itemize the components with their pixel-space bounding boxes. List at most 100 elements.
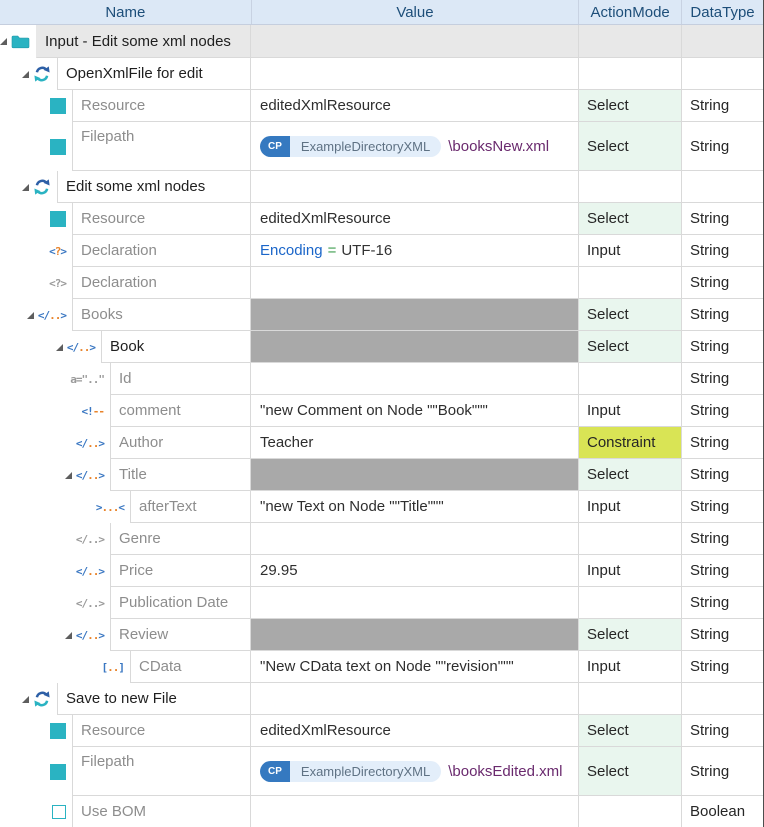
- row-name[interactable]: Declaration: [72, 235, 250, 267]
- row-name[interactable]: Save to new File: [57, 683, 250, 715]
- row-name[interactable]: Resource: [72, 203, 250, 235]
- value-cell[interactable]: editedXmlResource: [250, 715, 578, 747]
- use-bom-checkbox[interactable]: [52, 805, 66, 819]
- row-name[interactable]: Author: [110, 427, 250, 459]
- row-name[interactable]: CData: [130, 651, 250, 683]
- actionmode-cell[interactable]: Select: [578, 619, 681, 651]
- value-cell[interactable]: 29.95: [250, 555, 578, 587]
- row-name[interactable]: Edit some xml nodes: [57, 171, 250, 203]
- row-name[interactable]: Id: [110, 363, 250, 395]
- actionmode-cell[interactable]: Select: [578, 203, 681, 235]
- actionmode-cell[interactable]: [578, 796, 681, 827]
- row-name[interactable]: Books: [72, 299, 250, 331]
- expander-icon[interactable]: [22, 696, 29, 703]
- value-cell[interactable]: [250, 25, 578, 58]
- value-cell[interactable]: [250, 796, 578, 827]
- table-row[interactable]: Use BOMBoolean: [0, 796, 763, 827]
- row-name[interactable]: Genre: [110, 523, 250, 555]
- expander-icon[interactable]: [27, 312, 34, 319]
- row-name[interactable]: Input - Edit some xml nodes: [36, 25, 250, 58]
- actionmode-cell[interactable]: Input: [578, 651, 681, 683]
- value-cell[interactable]: [250, 363, 578, 395]
- actionmode-cell[interactable]: Select: [578, 715, 681, 747]
- table-row[interactable]: a=".."IdString: [0, 363, 763, 395]
- actionmode-cell[interactable]: [578, 171, 681, 203]
- row-name[interactable]: Resource: [72, 715, 250, 747]
- row-name[interactable]: Declaration: [72, 267, 250, 299]
- actionmode-cell[interactable]: Input: [578, 555, 681, 587]
- filepath-chip[interactable]: CPExampleDirectoryXML: [260, 136, 441, 157]
- value-cell[interactable]: "new Comment on Node ""Book""": [250, 395, 578, 427]
- actionmode-cell[interactable]: Select: [578, 90, 681, 122]
- actionmode-cell[interactable]: [578, 58, 681, 90]
- table-row[interactable]: <?>DeclarationString: [0, 267, 763, 299]
- row-name[interactable]: Publication Date: [110, 587, 250, 619]
- table-row[interactable]: >...<afterText"new Text on Node ""Title"…: [0, 491, 763, 523]
- actionmode-cell[interactable]: [578, 683, 681, 715]
- actionmode-cell[interactable]: Input: [578, 491, 681, 523]
- value-cell[interactable]: [250, 58, 578, 90]
- expander-icon[interactable]: [0, 38, 7, 45]
- value-cell[interactable]: [250, 171, 578, 203]
- value-cell[interactable]: [250, 459, 578, 491]
- table-row[interactable]: </..>AuthorTeacherConstraintString: [0, 427, 763, 459]
- value-cell[interactable]: editedXmlResource: [250, 203, 578, 235]
- value-cell[interactable]: [250, 331, 578, 363]
- table-row[interactable]: Input - Edit some xml nodes: [0, 25, 763, 58]
- value-cell[interactable]: "New CData text on Node ""revision""": [250, 651, 578, 683]
- row-name[interactable]: OpenXmlFile for edit: [57, 58, 250, 90]
- row-name[interactable]: Use BOM: [72, 796, 250, 827]
- actionmode-cell[interactable]: [578, 267, 681, 299]
- value-cell[interactable]: Teacher: [250, 427, 578, 459]
- actionmode-cell[interactable]: [578, 523, 681, 555]
- value-cell[interactable]: [250, 587, 578, 619]
- actionmode-cell[interactable]: Select: [578, 122, 681, 171]
- expander-icon[interactable]: [65, 632, 72, 639]
- table-row[interactable]: ResourceeditedXmlResourceSelectString: [0, 715, 763, 747]
- row-name[interactable]: Filepath: [72, 122, 250, 171]
- table-row[interactable]: </..>GenreString: [0, 523, 763, 555]
- table-row[interactable]: <?>DeclarationEncoding=UTF-16InputString: [0, 235, 763, 267]
- row-name[interactable]: afterText: [130, 491, 250, 523]
- actionmode-cell[interactable]: [578, 25, 681, 58]
- actionmode-cell[interactable]: Select: [578, 459, 681, 491]
- table-row[interactable]: </..>ReviewSelectString: [0, 619, 763, 651]
- actionmode-cell[interactable]: Select: [578, 331, 681, 363]
- expander-icon[interactable]: [56, 344, 63, 351]
- value-cell[interactable]: [250, 683, 578, 715]
- expander-icon[interactable]: [22, 184, 29, 191]
- value-cell[interactable]: Encoding=UTF-16: [250, 235, 578, 267]
- row-name[interactable]: Price: [110, 555, 250, 587]
- row-name[interactable]: Filepath: [72, 747, 250, 796]
- table-row[interactable]: FilepathCPExampleDirectoryXML\booksEdite…: [0, 747, 763, 796]
- row-name[interactable]: Title: [110, 459, 250, 491]
- row-name[interactable]: Resource: [72, 90, 250, 122]
- actionmode-cell[interactable]: Constraint: [578, 427, 681, 459]
- table-row[interactable]: <!--comment"new Comment on Node ""Book""…: [0, 395, 763, 427]
- expander-icon[interactable]: [22, 71, 29, 78]
- actionmode-cell[interactable]: Input: [578, 395, 681, 427]
- table-row[interactable]: </..>BooksSelectString: [0, 299, 763, 331]
- actionmode-cell[interactable]: Select: [578, 747, 681, 796]
- actionmode-cell[interactable]: Select: [578, 299, 681, 331]
- table-row[interactable]: </..>Price29.95InputString: [0, 555, 763, 587]
- expander-icon[interactable]: [65, 472, 72, 479]
- table-row[interactable]: </..>Publication DateString: [0, 587, 763, 619]
- value-cell[interactable]: [250, 299, 578, 331]
- table-row[interactable]: FilepathCPExampleDirectoryXML\booksNew.x…: [0, 122, 763, 171]
- table-row[interactable]: ResourceeditedXmlResourceSelectString: [0, 203, 763, 235]
- filepath-chip[interactable]: CPExampleDirectoryXML: [260, 761, 441, 782]
- table-row[interactable]: ResourceeditedXmlResourceSelectString: [0, 90, 763, 122]
- table-row[interactable]: Edit some xml nodes: [0, 171, 763, 203]
- value-cell[interactable]: [250, 619, 578, 651]
- table-row[interactable]: OpenXmlFile for edit: [0, 58, 763, 90]
- table-row[interactable]: Save to new File: [0, 683, 763, 715]
- row-name[interactable]: Book: [101, 331, 250, 363]
- actionmode-cell[interactable]: [578, 587, 681, 619]
- value-cell[interactable]: [250, 267, 578, 299]
- actionmode-cell[interactable]: Input: [578, 235, 681, 267]
- value-cell[interactable]: "new Text on Node ""Title""": [250, 491, 578, 523]
- value-cell[interactable]: CPExampleDirectoryXML\booksEdited.xml: [250, 747, 578, 796]
- value-cell[interactable]: editedXmlResource: [250, 90, 578, 122]
- table-row[interactable]: </..>TitleSelectString: [0, 459, 763, 491]
